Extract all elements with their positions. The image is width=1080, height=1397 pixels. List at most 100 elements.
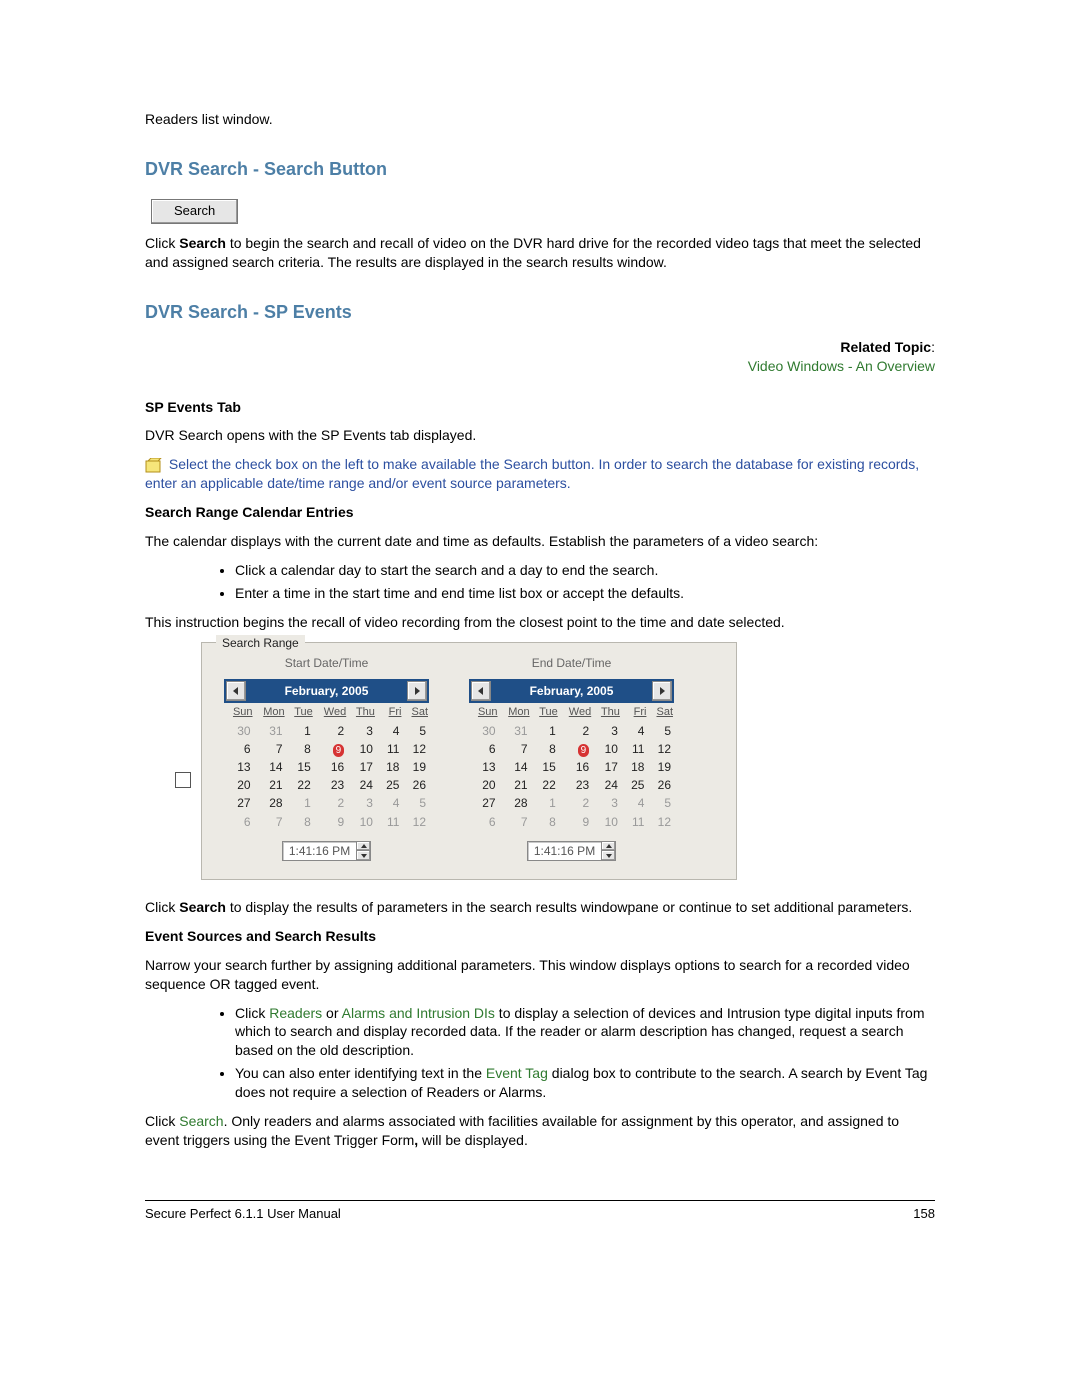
calendar-day[interactable]: 24	[592, 776, 621, 794]
calendar-day[interactable]: 2	[314, 722, 347, 740]
calendar-day[interactable]: 7	[499, 813, 531, 831]
calendar-day[interactable]: 1	[286, 722, 314, 740]
calendar-day[interactable]: 28	[254, 794, 286, 812]
calendar-day[interactable]: 21	[254, 776, 286, 794]
time-input[interactable]: 1:41:16 PM	[527, 841, 616, 861]
prev-month-button[interactable]	[471, 681, 491, 701]
calendar-day[interactable]: 18	[621, 758, 648, 776]
calendar-day[interactable]: 20	[224, 776, 254, 794]
time-spinner[interactable]	[601, 842, 615, 860]
next-month-button[interactable]	[407, 681, 427, 701]
calendar-day[interactable]: 13	[224, 758, 254, 776]
calendar-day[interactable]: 11	[376, 813, 403, 831]
calendar-day[interactable]: 19	[647, 758, 674, 776]
calendar-day[interactable]: 14	[499, 758, 531, 776]
calendar-day[interactable]: 6	[224, 813, 254, 831]
calendar-day[interactable]: 2	[559, 722, 592, 740]
calendar-day[interactable]: 2	[314, 794, 347, 812]
calendar-day[interactable]: 1	[286, 794, 314, 812]
calendar-day[interactable]: 28	[499, 794, 531, 812]
calendar-day[interactable]: 9	[559, 740, 592, 758]
calendar-day[interactable]: 8	[286, 740, 314, 758]
calendar-day[interactable]: 23	[559, 776, 592, 794]
calendar-day[interactable]: 3	[592, 794, 621, 812]
calendar-day[interactable]: 12	[647, 813, 674, 831]
calendar-day[interactable]: 6	[224, 740, 254, 758]
calendar-day[interactable]: 16	[314, 758, 347, 776]
calendar-day[interactable]: 8	[531, 740, 559, 758]
calendar-day[interactable]: 3	[592, 722, 621, 740]
calendar-day[interactable]: 17	[347, 758, 376, 776]
calendar-day[interactable]: 7	[499, 740, 531, 758]
calendar-day[interactable]: 5	[402, 794, 429, 812]
calendar-day[interactable]: 11	[621, 813, 648, 831]
link-search[interactable]: Search	[179, 1113, 223, 1129]
calendar-day[interactable]: 15	[286, 758, 314, 776]
calendar-day[interactable]: 8	[286, 813, 314, 831]
calendar-day[interactable]: 10	[592, 813, 621, 831]
calendar-day[interactable]: 5	[402, 722, 429, 740]
calendar-day[interactable]: 3	[347, 794, 376, 812]
calendar-day[interactable]: 25	[376, 776, 403, 794]
calendar-day[interactable]: 19	[402, 758, 429, 776]
calendar-day[interactable]: 6	[469, 740, 499, 758]
calendar-day[interactable]: 1	[531, 794, 559, 812]
calendar-day[interactable]: 13	[469, 758, 499, 776]
calendar-day[interactable]: 27	[469, 794, 499, 812]
calendar-day[interactable]: 26	[402, 776, 429, 794]
next-month-button[interactable]	[652, 681, 672, 701]
link-readers[interactable]: Readers	[269, 1005, 322, 1021]
calendar-day[interactable]: 31	[254, 722, 286, 740]
calendar-day[interactable]: 12	[402, 813, 429, 831]
spin-up-button[interactable]	[356, 842, 370, 852]
calendar-day[interactable]: 4	[376, 794, 403, 812]
calendar-day[interactable]: 7	[254, 813, 286, 831]
calendar-day[interactable]: 4	[621, 794, 648, 812]
calendar-day[interactable]: 4	[376, 722, 403, 740]
time-spinner[interactable]	[356, 842, 370, 860]
calendar-day[interactable]: 18	[376, 758, 403, 776]
calendar-day[interactable]: 22	[531, 776, 559, 794]
calendar-day[interactable]: 11	[621, 740, 648, 758]
calendar-day[interactable]: 8	[531, 813, 559, 831]
calendar-day[interactable]: 15	[531, 758, 559, 776]
calendar-day[interactable]: 9	[559, 813, 592, 831]
calendar-day[interactable]: 22	[286, 776, 314, 794]
spin-down-button[interactable]	[356, 851, 370, 860]
calendar-day[interactable]: 31	[499, 722, 531, 740]
calendar-day[interactable]: 16	[559, 758, 592, 776]
calendar-day[interactable]: 10	[347, 740, 376, 758]
search-button[interactable]: Search	[151, 199, 238, 224]
calendar-day[interactable]: 30	[469, 722, 499, 740]
time-input[interactable]: 1:41:16 PM	[282, 841, 371, 861]
calendar-day[interactable]: 24	[347, 776, 376, 794]
calendar-day[interactable]: 1	[531, 722, 559, 740]
link-event-tag[interactable]: Event Tag	[486, 1065, 548, 1081]
calendar-day[interactable]: 17	[592, 758, 621, 776]
calendar-day[interactable]: 11	[376, 740, 403, 758]
calendar-day[interactable]: 12	[647, 740, 674, 758]
calendar-day[interactable]: 9	[314, 813, 347, 831]
calendar-day[interactable]: 30	[224, 722, 254, 740]
calendar-day[interactable]: 6	[469, 813, 499, 831]
calendar-day[interactable]: 7	[254, 740, 286, 758]
calendar-day[interactable]: 12	[402, 740, 429, 758]
spin-down-button[interactable]	[601, 851, 615, 860]
spin-up-button[interactable]	[601, 842, 615, 852]
calendar-day[interactable]: 14	[254, 758, 286, 776]
calendar-day[interactable]: 5	[647, 722, 674, 740]
prev-month-button[interactable]	[226, 681, 246, 701]
calendar-day[interactable]: 4	[621, 722, 648, 740]
link-alarms[interactable]: Alarms and Intrusion DIs	[342, 1005, 495, 1021]
calendar-day[interactable]: 5	[647, 794, 674, 812]
calendar-day[interactable]: 3	[347, 722, 376, 740]
calendar-day[interactable]: 25	[621, 776, 648, 794]
calendar-day[interactable]: 2	[559, 794, 592, 812]
calendar-day[interactable]: 26	[647, 776, 674, 794]
calendar-day[interactable]: 10	[592, 740, 621, 758]
calendar-day[interactable]: 21	[499, 776, 531, 794]
calendar-day[interactable]: 9	[314, 740, 347, 758]
calendar-day[interactable]: 23	[314, 776, 347, 794]
enable-checkbox[interactable]	[175, 772, 191, 788]
related-link[interactable]: Video Windows - An Overview	[748, 358, 935, 374]
